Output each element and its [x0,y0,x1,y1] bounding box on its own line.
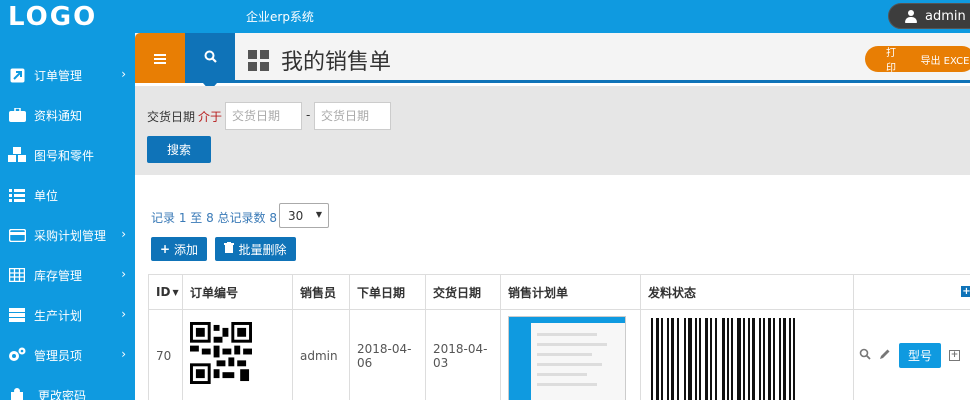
column-header-delivery-date: 交货日期 [426,275,501,310]
start-date-input[interactable] [225,102,302,130]
th-large-icon [248,49,269,71]
model-button[interactable]: 型号 [899,343,942,368]
cell-salesperson: admin [293,310,350,400]
sidebar-item-orders[interactable]: 订单管理 › [0,55,135,95]
main-content: 我的销售单 打印 导出 EXCEL 交货日期介于 - 搜索 记录 1 至 8 总… [135,33,970,400]
column-header-material-status: 发料状态 [641,275,854,310]
barcode-image [651,318,795,400]
cubes-icon [8,147,26,163]
server-icon [8,307,26,323]
sidebar-item-inventory[interactable]: 库存管理 › [0,255,135,295]
column-header-order-no: 订单编号 [183,275,293,310]
sidebar-item-label: 生产计划 [34,308,83,323]
filter-panel: 交货日期介于 - 搜索 [135,86,970,175]
sidebar-item-label: 图号和零件 [34,148,95,163]
add-label: 添加 [174,242,199,257]
hamburger-icon [154,49,166,68]
column-header-actions: + [854,275,970,310]
search-button[interactable]: 搜索 [147,136,211,163]
cell-material-status [641,310,854,400]
menu-toggle-button[interactable] [135,33,185,83]
sidebar-item-label: 单位 [34,188,59,203]
sidebar-item-label: 资料通知 [34,108,83,123]
sidebar-item-admin[interactable]: 管理员项 › [0,335,135,375]
list-icon [8,187,26,203]
briefcase-icon [8,107,26,123]
expand-row-icon[interactable]: + [949,350,961,361]
view-icon[interactable] [859,348,871,363]
top-bar: LOGO 企业erp系统 admin [0,0,970,33]
trash-icon [224,242,235,256]
user-name: admin [925,8,966,24]
column-header-sales-plan: 销售计划单 [501,275,641,310]
plus-icon: + [159,242,171,256]
sidebar-item-notices[interactable]: 资料通知 [0,95,135,135]
sidebar-item-label: 更改密码 [38,388,87,400]
title-bar: 我的销售单 打印 导出 EXCEL [135,33,970,91]
caret-down-icon: ▼ [315,210,322,219]
sales-plan-thumbnail[interactable] [508,316,626,400]
edit-icon[interactable] [879,348,891,363]
sidebar-item-label: 管理员项 [34,348,83,363]
user-icon [905,9,917,23]
credit-card-icon [8,227,26,243]
end-date-input[interactable] [314,102,391,130]
column-header-salesperson: 销售员 [293,275,350,310]
cell-row-actions: 型号 + [854,310,970,400]
column-header-id[interactable]: ID ▼ [148,275,183,310]
cell-id: 70 [148,310,183,400]
sidebar-item-parts[interactable]: 图号和零件 [0,135,135,175]
sidebar: 订单管理 › 资料通知 图号和零件 单位 采购计划管理 › 库存管理 › 生产计… [0,33,135,400]
export-excel-button[interactable]: 导出 EXCEL [921,52,970,67]
table-icon [8,267,26,283]
logo: LOGO [8,2,98,32]
page-size-select[interactable]: 30 ▼ [279,203,329,228]
column-header-order-date: 下单日期 [350,275,426,310]
search-toggle-button[interactable] [185,33,235,91]
cell-delivery-date: 2018-04-03 [426,310,501,400]
column-toggle-icon[interactable]: + [961,286,970,297]
search-icon [204,50,217,67]
page-size-value: 30 [288,208,304,223]
print-button[interactable]: 打印 [886,44,902,74]
sidebar-item-label: 采购计划管理 [34,228,107,243]
sidebar-item-password[interactable]: 更改密码 [0,375,135,400]
action-group: 打印 导出 EXCEL [865,44,970,74]
app-title: 企业erp系统 [246,10,314,24]
chevron-right-icon: › [121,267,126,281]
between-label: 介于 [198,110,223,124]
filter-label: 交货日期 介于 [147,108,222,125]
page-title-text: 我的销售单 [281,50,392,75]
sidebar-item-units[interactable]: 单位 [0,175,135,215]
bulk-delete-button[interactable]: 批量删除 [215,237,296,261]
sort-desc-icon: ▼ [172,287,179,297]
sidebar-item-production[interactable]: 生产计划 › [0,295,135,335]
chevron-right-icon: › [121,347,126,361]
puzzle-icon [8,387,26,400]
sidebar-item-purchase[interactable]: 采购计划管理 › [0,215,135,255]
chevron-right-icon: › [121,67,126,81]
bulk-delete-label: 批量删除 [238,242,287,257]
sidebar-item-label: 订单管理 [34,68,83,83]
cell-sales-plan [501,310,641,400]
cell-order-date: 2018-04-06 [350,310,426,400]
user-menu[interactable]: admin [888,3,970,29]
add-button[interactable]: + 添加 [151,237,207,261]
records-info: 记录 1 至 8 总记录数 8 [151,211,277,225]
cell-qr-code [183,310,293,400]
orders-table: ID ▼ 订单编号 销售员 下单日期 交货日期 销售计划单 发料状态 + 70 a… [148,274,970,400]
cogs-icon [8,347,26,363]
chevron-right-icon: › [121,307,126,321]
external-link-icon [8,67,26,83]
chevron-right-icon: › [121,227,126,241]
delivery-date-label: 交货日期 [147,110,196,124]
qr-code-image [190,322,252,384]
sidebar-item-label: 库存管理 [34,268,83,283]
page-title: 我的销售单 [248,44,391,76]
range-dash: - [306,108,311,122]
